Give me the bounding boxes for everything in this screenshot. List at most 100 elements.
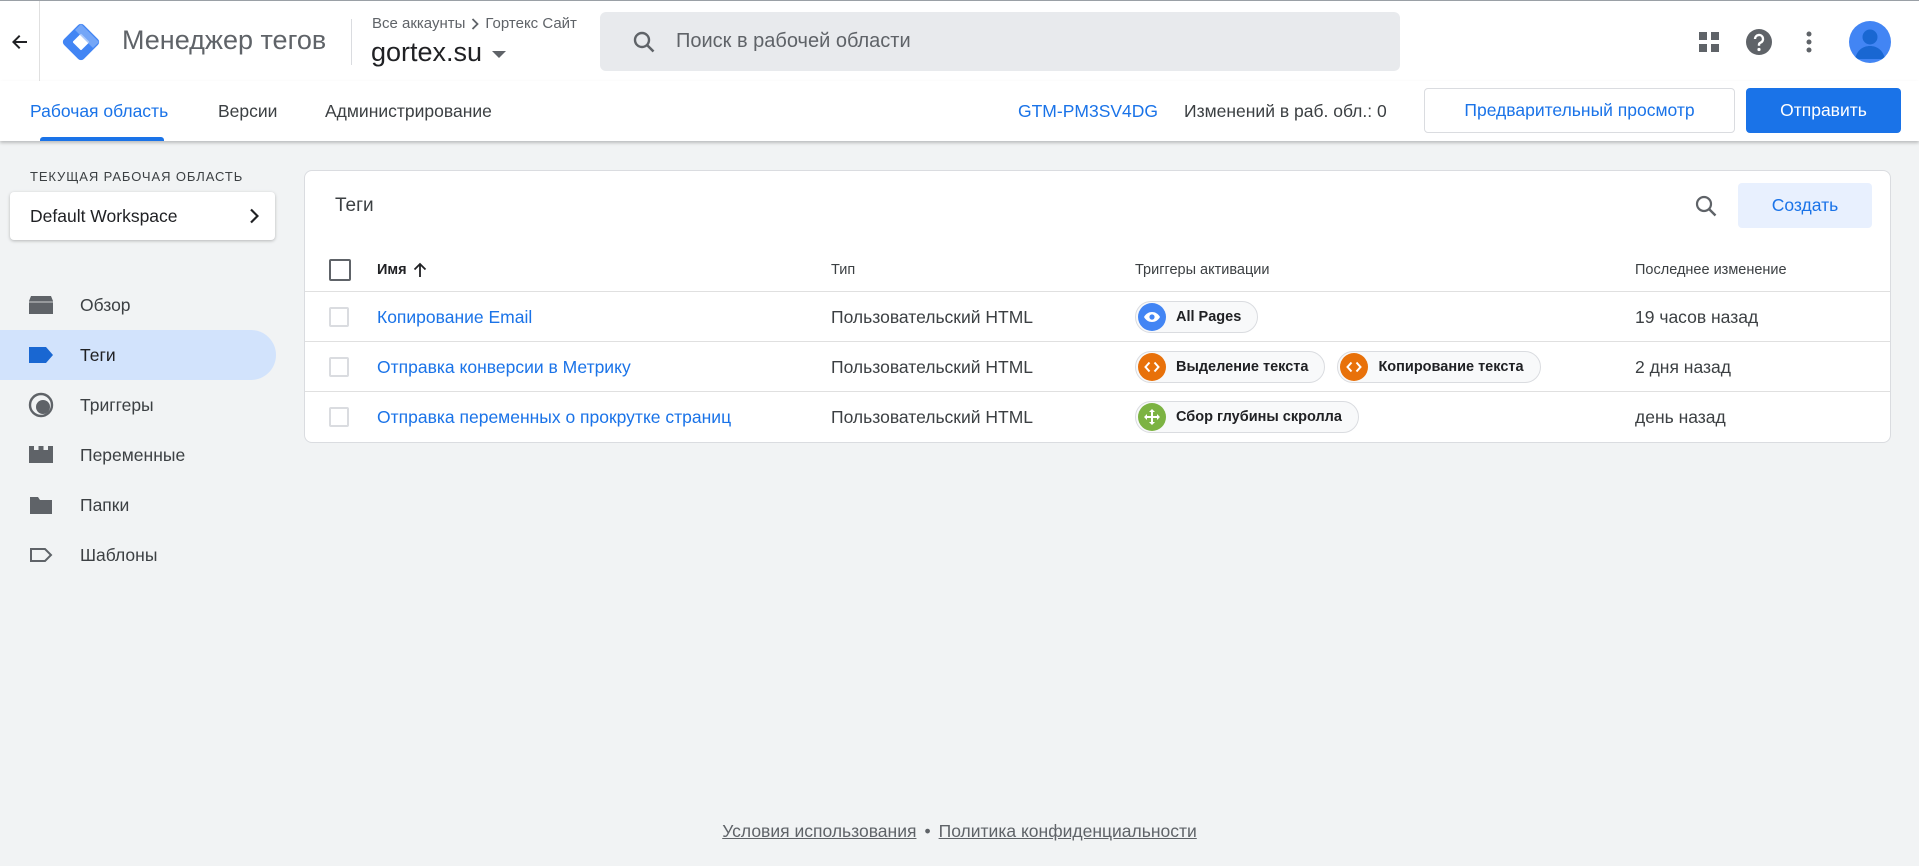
tag-type: Пользовательский HTML [831, 306, 1034, 327]
trigger-label: Выделение текста [1176, 359, 1309, 375]
trigger-chip[interactable]: All Pages [1135, 301, 1259, 333]
sidebar-nav: Обзор Теги Триггеры Переменные Папки Шаб… [0, 280, 276, 580]
breadcrumb-all-accounts[interactable]: Все аккаунты [372, 15, 465, 32]
breadcrumb[interactable]: Все аккаунты Гортекс Сайт [372, 15, 577, 32]
column-header-label: Имя [377, 262, 407, 278]
table-row: Отправка переменных о прокрутке страниц … [305, 391, 1890, 441]
code-icon [1340, 353, 1369, 381]
submit-button[interactable]: Отправить [1746, 88, 1901, 133]
search-tags-button[interactable] [1683, 183, 1729, 229]
folder-icon [0, 495, 80, 515]
tag-manager-logo [62, 23, 100, 61]
row-checkbox[interactable] [329, 407, 349, 427]
sidebar-item-label: Обзор [80, 294, 131, 315]
variable-icon [0, 446, 80, 464]
column-name-header[interactable]: Имя [377, 249, 427, 291]
header-divider [351, 19, 352, 65]
table-row: Отправка конверсии в Метрику Пользовател… [305, 341, 1890, 391]
apps-icon[interactable] [1687, 20, 1731, 64]
sidebar-item-templates[interactable]: Шаблоны [0, 530, 276, 580]
account-avatar[interactable] [1849, 20, 1891, 63]
workspace-label: ТЕКУЩАЯ РАБОЧАЯ ОБЛАСТЬ [30, 169, 244, 184]
overview-icon [0, 295, 80, 315]
arrow-back-icon [11, 34, 27, 49]
sidebar-item-variables[interactable]: Переменные [0, 430, 276, 480]
trigger-list: Сбор глубины скролла [1135, 392, 1371, 442]
sidebar-item-label: Триггеры [80, 394, 154, 415]
tags-panel: Теги Создать Имя Тип Триггеры активации … [304, 170, 1891, 443]
sidebar-item-folders[interactable]: Папки [0, 480, 276, 530]
select-all-checkbox[interactable] [329, 259, 351, 281]
trigger-icon [0, 392, 80, 418]
workspace-selector[interactable]: Default Workspace [10, 192, 275, 240]
tag-icon [0, 347, 80, 363]
search-icon [612, 30, 676, 54]
tag-name-link[interactable]: Копирование Email [377, 292, 532, 342]
help-icon[interactable] [1737, 20, 1781, 64]
column-type-header: Тип [831, 262, 856, 278]
chevron-right-icon [250, 208, 259, 224]
caret-down-icon [492, 51, 507, 58]
tab-versions[interactable]: Версии [218, 81, 277, 141]
tag-name-link[interactable]: Отправка конверсии в Метрику [377, 342, 631, 392]
table-header: Имя Тип Триггеры активации Последнее изм… [305, 249, 1890, 291]
terms-link[interactable]: Условия использования [722, 821, 916, 841]
preview-button[interactable]: Предварительный просмотр [1424, 88, 1735, 133]
trigger-label: All Pages [1176, 309, 1242, 325]
column-modified-header: Последнее изменение [1635, 262, 1787, 278]
tag-type: Пользовательский HTML [831, 406, 1034, 427]
sidebar-item-label: Переменные [80, 444, 186, 465]
footer-separator: • [924, 821, 931, 841]
tab-bar: Рабочая область Версии Администрирование… [0, 81, 1919, 141]
search-input[interactable] [676, 30, 1356, 53]
trigger-list: Выделение текста Копирование текста [1135, 342, 1553, 392]
tag-type: Пользовательский HTML [831, 356, 1034, 377]
workspace-name: Default Workspace [30, 205, 178, 226]
container-id-link[interactable]: GTM-PM3SV4DG [1018, 81, 1158, 141]
tab-workspace[interactable]: Рабочая область [30, 81, 168, 141]
trigger-chip[interactable]: Сбор глубины скролла [1135, 401, 1359, 433]
template-icon [0, 547, 80, 563]
sidebar-item-overview[interactable]: Обзор [0, 280, 276, 330]
app-title: Менеджер тегов [122, 25, 327, 55]
arrow-up-icon [413, 262, 426, 277]
chevron-right-icon [472, 17, 480, 30]
sidebar-item-tags[interactable]: Теги [0, 330, 276, 380]
workspace-changes-count: Изменений в раб. обл.: 0 [1184, 100, 1387, 121]
container-selector[interactable]: gortex.su [371, 37, 507, 68]
row-checkbox[interactable] [329, 357, 349, 377]
trigger-chip[interactable]: Выделение текста [1135, 351, 1326, 383]
last-modified: 2 дня назад [1635, 356, 1731, 377]
table-row: Копирование Email Пользовательский HTML … [305, 291, 1890, 341]
column-triggers-header: Триггеры активации [1135, 262, 1270, 278]
trigger-chip[interactable]: Копирование текста [1337, 351, 1541, 383]
sidebar-item-triggers[interactable]: Триггеры [0, 380, 276, 430]
trigger-list: All Pages [1135, 292, 1270, 342]
sidebar-item-label: Папки [80, 494, 130, 515]
footer: Условия использования • Политика конфиденц… [0, 821, 1919, 842]
tab-admin[interactable]: Администрирование [325, 81, 492, 141]
tag-name-link[interactable]: Отправка переменных о прокрутке страниц [377, 392, 731, 442]
back-button[interactable] [0, 1, 40, 82]
eye-icon [1138, 303, 1166, 331]
top-bar: Менеджер тегов Все аккаунты Гортекс Сайт… [0, 0, 1919, 82]
container-name: gortex.su [371, 37, 483, 67]
row-checkbox[interactable] [329, 307, 349, 327]
sidebar-item-label: Шаблоны [80, 544, 158, 565]
code-icon [1138, 353, 1166, 381]
privacy-link[interactable]: Политика конфиденциальности [939, 821, 1197, 841]
panel-title: Теги [335, 195, 374, 216]
create-tag-button[interactable]: Создать [1738, 183, 1872, 228]
top-icons [1687, 1, 1919, 82]
last-modified: 19 часов назад [1635, 306, 1759, 327]
search-icon [1695, 195, 1717, 217]
trigger-label: Копирование текста [1378, 359, 1524, 375]
last-modified: день назад [1635, 406, 1726, 427]
move-icon [1138, 403, 1166, 431]
sidebar-item-label: Теги [80, 344, 116, 365]
breadcrumb-account[interactable]: Гортекс Сайт [485, 15, 577, 32]
workspace-search[interactable] [600, 12, 1400, 71]
more-vert-icon[interactable] [1787, 20, 1831, 64]
trigger-label: Сбор глубины скролла [1176, 409, 1342, 425]
tab-active-indicator [40, 137, 164, 141]
